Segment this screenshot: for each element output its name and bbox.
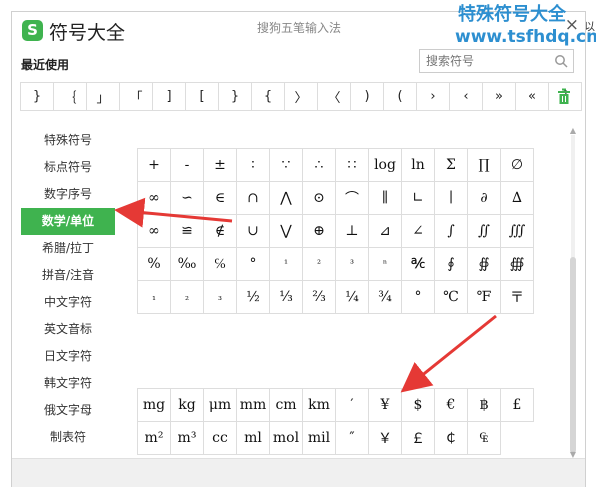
arrow-to-category	[114, 197, 233, 228]
annotation-arrows	[114, 197, 497, 393]
arrow-to-yen-symbol	[400, 314, 497, 393]
